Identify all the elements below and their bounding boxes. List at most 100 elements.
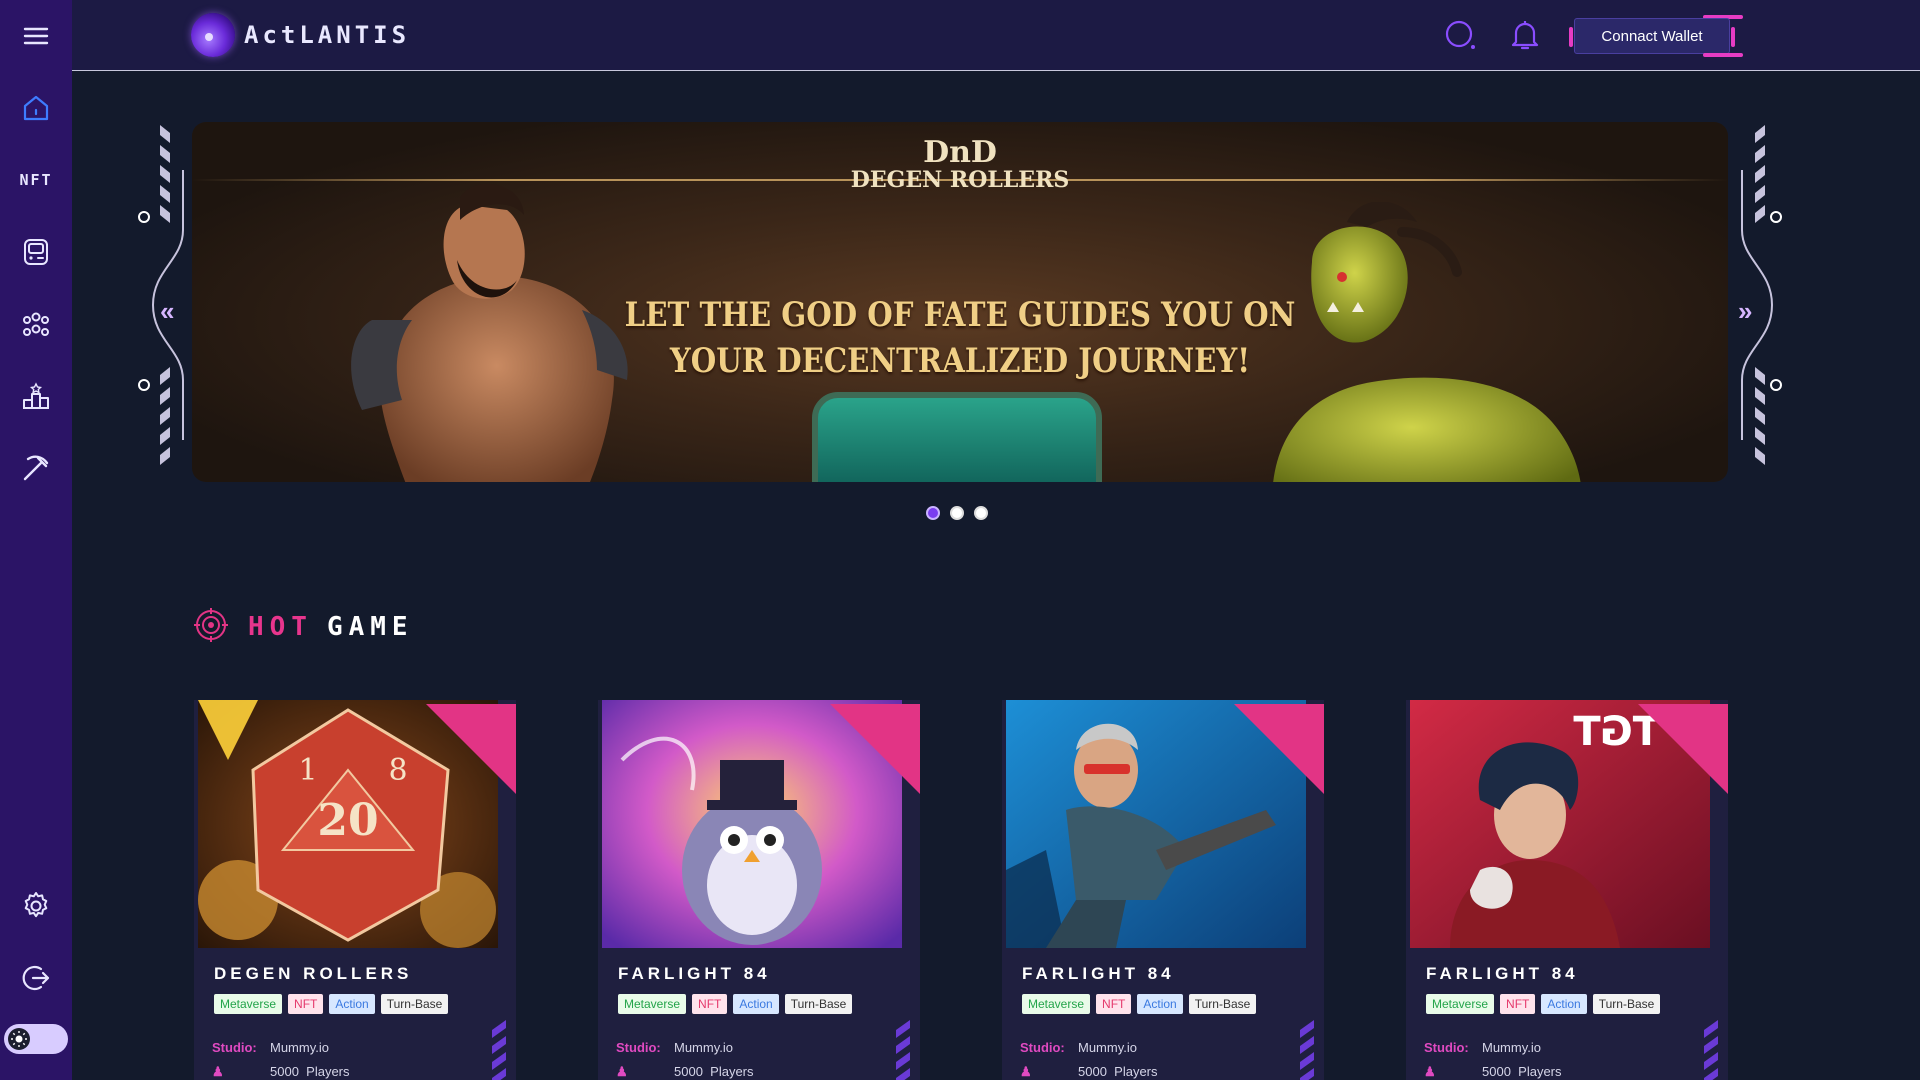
players-row: ♟ 5000 Players — [212, 1064, 350, 1080]
tag-nft: NFT — [288, 994, 324, 1014]
user-icon: ♟ — [1424, 1064, 1436, 1079]
tag-action: Action — [1541, 994, 1587, 1014]
game-title: DEGEN ROLLERS — [214, 964, 413, 983]
sidebar-item-games[interactable] — [0, 224, 72, 280]
sidebar-item-label: NFT — [19, 171, 53, 189]
tag-action: Action — [1137, 994, 1183, 1014]
logo-icon — [191, 13, 235, 57]
user-icon: ♟ — [212, 1064, 224, 1079]
sidebar-item-mining[interactable] — [0, 440, 72, 496]
svg-text:1: 1 — [298, 753, 317, 788]
treasure-chest-illustration — [812, 392, 1102, 482]
game-card[interactable]: FARLIGHT 84 Metaverse NFT Action Turn-Ba… — [598, 700, 920, 1080]
logout-icon — [22, 965, 50, 991]
tag-metaverse: Metaverse — [618, 994, 687, 1014]
studio-row: Studio: Mummy.io — [212, 1040, 329, 1055]
banner-headline: LET THE GOD OF FATE GUIDES YOU ON YOUR D… — [300, 292, 1621, 384]
tag-list: Metaverse NFT Action Turn-Base — [618, 994, 853, 1014]
studio-label: Studio: — [1424, 1040, 1469, 1055]
game-title: FARLIGHT 84 — [1022, 964, 1175, 983]
studio-value: Mummy.io — [1482, 1040, 1541, 1055]
target-icon — [194, 608, 228, 642]
tag-list: Metaverse NFT Action Turn-Base — [1022, 994, 1257, 1014]
tag-list: Metaverse NFT Action Turn-Base — [1426, 994, 1661, 1014]
carousel-dot-3[interactable] — [974, 506, 988, 520]
studio-row: Studio: Mummy.io — [1424, 1040, 1541, 1055]
studio-label: Studio: — [616, 1040, 661, 1055]
tag-metaverse: Metaverse — [1426, 994, 1495, 1014]
search-icon[interactable] — [1444, 18, 1478, 52]
menu-button[interactable] — [0, 8, 72, 64]
players-row: ♟ 5000 Players — [1020, 1064, 1158, 1080]
studio-label: Studio: — [1020, 1040, 1065, 1055]
players-count: 5000 — [1078, 1064, 1107, 1079]
players-label: Players — [1114, 1064, 1158, 1079]
tag-list: Metaverse NFT Action Turn-Base — [214, 994, 449, 1014]
svg-text:20: 20 — [317, 795, 378, 846]
sidebar-item-settings[interactable] — [0, 878, 72, 934]
studio-value: Mummy.io — [674, 1040, 733, 1055]
sun-icon — [8, 1028, 30, 1050]
players-label: Players — [710, 1064, 754, 1079]
banner-headline-line1: LET THE GOD OF FATE GUIDES YOU ON — [624, 295, 1296, 335]
carousel-dot-1[interactable] — [926, 506, 940, 520]
theme-toggle[interactable] — [4, 1024, 68, 1054]
tag-nft: NFT — [692, 994, 728, 1014]
tag-turn-base: Turn-Base — [380, 994, 449, 1014]
card-stripes-decoration — [1704, 1020, 1718, 1080]
card-corner-ribbon — [1234, 704, 1324, 794]
players-row: ♟ 5000 Players — [1424, 1064, 1562, 1080]
user-icon: ♟ — [1020, 1064, 1032, 1079]
studio-row: Studio: Mummy.io — [1020, 1040, 1137, 1055]
bell-icon[interactable] — [1508, 18, 1542, 52]
game-card[interactable]: TGT FARLIGHT 84 Metaverse NFT Action Tur… — [1406, 700, 1728, 1080]
top-header: ActLANTIS Connact Wallet — [72, 0, 1920, 71]
game-card[interactable]: 20 1 8 DEGEN ROLLERS Metaverse NFT Actio… — [194, 700, 516, 1080]
banner-logo-line1: DnD — [923, 135, 997, 170]
tag-action: Action — [329, 994, 375, 1014]
card-stripes-decoration — [896, 1020, 910, 1080]
users-icon — [23, 312, 49, 336]
players-count: 5000 — [270, 1064, 299, 1079]
sidebar-item-logout[interactable] — [0, 950, 72, 1006]
tag-action: Action — [733, 994, 779, 1014]
game-title: FARLIGHT 84 — [1426, 964, 1579, 983]
tag-turn-base: Turn-Base — [784, 994, 853, 1014]
players-label: Players — [1518, 1064, 1562, 1079]
card-corner-ribbon — [830, 704, 920, 794]
studio-label: Studio: — [212, 1040, 257, 1055]
banner-next-button[interactable]: » — [1738, 296, 1752, 327]
tag-turn-base: Turn-Base — [1188, 994, 1257, 1014]
connect-wallet-button[interactable]: Connact Wallet — [1569, 18, 1735, 54]
section-title-part1: HOT — [248, 612, 313, 642]
tag-nft: NFT — [1500, 994, 1536, 1014]
game-card[interactable]: FARLIGHT 84 Metaverse NFT Action Turn-Ba… — [1002, 700, 1324, 1080]
gear-icon — [24, 892, 48, 918]
sidebar-item-leaderboard[interactable] — [0, 368, 72, 424]
sidebar-item-nft[interactable]: NFT — [0, 152, 72, 208]
banner-prev-button[interactable]: « — [160, 296, 174, 327]
card-corner-ribbon — [1638, 704, 1728, 794]
tag-metaverse: Metaverse — [1022, 994, 1091, 1014]
tag-nft: NFT — [1096, 994, 1132, 1014]
card-stripes-decoration — [492, 1020, 506, 1080]
card-corner-ribbon — [426, 704, 516, 794]
players-row: ♟ 5000 Players — [616, 1064, 754, 1080]
tag-metaverse: Metaverse — [214, 994, 283, 1014]
players-count: 5000 — [674, 1064, 703, 1079]
app-logo[interactable]: ActLANTIS — [244, 21, 410, 49]
players-label: Players — [306, 1064, 350, 1079]
carousel-dot-2[interactable] — [950, 506, 964, 520]
carousel-pagination — [926, 506, 988, 520]
sidebar-item-community[interactable] — [0, 296, 72, 352]
user-icon: ♟ — [616, 1064, 628, 1079]
game-title: FARLIGHT 84 — [618, 964, 771, 983]
sidebar-item-home[interactable] — [0, 80, 72, 136]
podium-icon — [23, 382, 49, 409]
wallet-decoration — [1703, 53, 1743, 57]
home-icon — [23, 95, 49, 121]
studio-value: Mummy.io — [270, 1040, 329, 1055]
pickaxe-icon — [23, 455, 49, 481]
hero-banner[interactable]: DnD DEGEN ROLLERS LET THE GOD OF FATE GU… — [192, 122, 1728, 482]
hamburger-icon — [23, 27, 49, 45]
